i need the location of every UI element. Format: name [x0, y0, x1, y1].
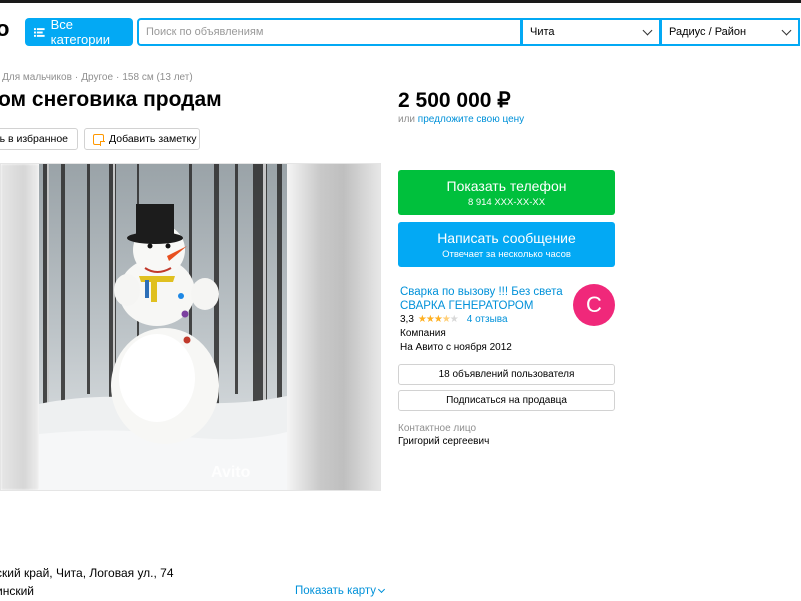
logo[interactable]: о — [0, 16, 9, 42]
add-note-button[interactable]: Добавить заметку — [84, 128, 200, 150]
phone-number: 8 914 XXX-XX-XX — [467, 197, 546, 208]
seller-name-link[interactable]: Сварка по вызову !!! Без света СВАРКА ГЕ… — [400, 285, 568, 313]
avito-watermark: Avito — [211, 464, 251, 481]
address-line: ский край, Чита, Логовая ул., 74 — [0, 566, 174, 580]
all-categories-button[interactable]: Все категории — [25, 17, 133, 47]
write-message-button[interactable]: Написать сообщение Отвечает за несколько… — [398, 222, 615, 267]
seller-rating: 3,3 ★★★★★ 4 отзыва — [400, 314, 508, 325]
main-photo[interactable]: Avito — [39, 164, 287, 490]
district-line: инский — [0, 584, 34, 598]
avatar-letter: С — [586, 292, 602, 317]
add-to-favorites-button[interactable]: ить в избранное — [0, 128, 78, 150]
show-phone-label: Показать телефон — [446, 178, 567, 194]
chevron-down-icon — [378, 585, 386, 594]
top-border — [0, 0, 801, 3]
subscribe-seller-button[interactable]: Подписаться на продавца — [398, 390, 615, 411]
user-listings-label: 18 объявлений пользователя — [438, 369, 575, 380]
menu-icon — [34, 27, 45, 37]
note-icon — [93, 133, 105, 146]
city-value: Чита — [530, 26, 555, 38]
show-map-label: Показать карту — [295, 585, 377, 597]
favorites-label: ить в избранное — [0, 133, 68, 145]
offer-price-link[interactable]: предложите свою цену — [418, 114, 524, 125]
rating-value: 3,3 — [400, 314, 414, 325]
write-message-label: Написать сообщение — [437, 230, 576, 246]
page-title: ом снеговика продам — [0, 88, 222, 111]
breadcrumb-item[interactable]: Другое — [81, 72, 113, 83]
seller-type: Компания — [400, 328, 446, 339]
chevron-down-icon — [781, 25, 792, 35]
search-placeholder: Поиск по объявлениям — [146, 26, 264, 38]
note-label: Добавить заметку — [109, 133, 197, 145]
price-or-text: или — [398, 114, 416, 125]
show-phone-button[interactable]: Показать телефон 8 914 XXX-XX-XX — [398, 170, 615, 215]
radius-select[interactable]: Радиус / Район — [660, 18, 800, 46]
search-input[interactable]: Поиск по объявлениям — [137, 18, 522, 46]
prev-photo-preview[interactable] — [1, 164, 39, 490]
star-rating-icon: ★★★★★ — [417, 314, 459, 325]
avatar[interactable]: С — [573, 284, 615, 326]
breadcrumb-item[interactable]: Для мальчиков — [2, 72, 72, 83]
photo-gallery[interactable]: Avito — [0, 163, 381, 491]
snowman-photo — [39, 164, 287, 490]
contact-name: Григорий сергеевич — [398, 436, 490, 447]
next-photo-preview[interactable] — [287, 164, 380, 490]
city-select[interactable]: Чита — [521, 18, 661, 46]
show-map-link[interactable]: Показать карту — [295, 585, 386, 597]
breadcrumb: · Для мальчиков·Другое·158 см (13 лет) — [0, 72, 193, 83]
price: 2 500 000 ₽ — [398, 89, 511, 112]
breadcrumb-separator: · — [116, 72, 120, 83]
contact-label: Контактное лицо — [398, 423, 477, 434]
all-categories-label: Все категории — [50, 17, 111, 47]
reviews-link[interactable]: 4 отзыва — [467, 314, 508, 325]
breadcrumb-item[interactable]: 158 см (13 лет) — [122, 72, 192, 83]
price-offer: или предложите свою цену — [398, 114, 524, 125]
user-listings-button[interactable]: 18 объявлений пользователя — [398, 364, 615, 385]
radius-value: Радиус / Район — [669, 26, 747, 38]
chevron-down-icon — [642, 25, 653, 35]
response-time: Отвечает за несколько часов — [442, 249, 571, 260]
seller-since: На Авито с ноября 2012 — [400, 342, 512, 353]
breadcrumb-separator: · — [74, 72, 79, 83]
subscribe-label: Подписаться на продавца — [446, 395, 567, 406]
